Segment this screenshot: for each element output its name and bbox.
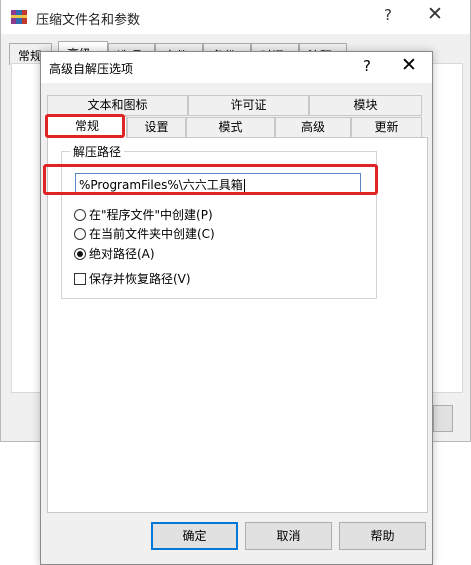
dialog-close-button[interactable]: ✕ xyxy=(401,54,417,76)
parent-button-edge[interactable] xyxy=(433,405,453,432)
highlight-general-tab xyxy=(45,114,125,138)
tab-advanced[interactable]: 高级 xyxy=(275,117,351,138)
dialog-help-button[interactable]: ? xyxy=(363,57,371,75)
option-label-current-folder: 在当前文件夹中创建(C) xyxy=(89,227,215,241)
tab-license[interactable]: 许可证 xyxy=(188,95,309,116)
radio-current-folder[interactable] xyxy=(74,228,86,240)
option-label-program-files: 在"程序文件"中创建(P) xyxy=(89,208,213,222)
option-create-in-program-files[interactable]: 在"程序文件"中创建(P) xyxy=(74,206,213,223)
option-label-save-restore: 保存并恢复路径(V) xyxy=(89,272,191,286)
option-create-in-current-folder[interactable]: 在当前文件夹中创建(C) xyxy=(74,225,215,242)
checkbox-save-restore-path[interactable] xyxy=(74,273,86,285)
dialog-title-bar: 高级自解压选项 ? ✕ xyxy=(41,52,432,83)
help-button[interactable]: 帮助 xyxy=(339,522,426,550)
extract-path-label: 解压路径 xyxy=(70,143,125,160)
tab-update[interactable]: 更新 xyxy=(351,117,422,138)
parent-close-button[interactable]: ✕ xyxy=(427,3,443,25)
dialog-title: 高级自解压选项 xyxy=(49,62,134,76)
tab-setup[interactable]: 设置 xyxy=(127,117,186,138)
parent-window-title: 压缩文件名和参数 xyxy=(36,13,141,28)
tab-modes[interactable]: 模式 xyxy=(186,117,275,138)
parent-help-button[interactable]: ? xyxy=(384,6,392,24)
option-absolute-path[interactable]: 绝对路径(A) xyxy=(74,245,155,262)
option-label-absolute: 绝对路径(A) xyxy=(89,247,155,261)
option-save-restore-path[interactable]: 保存并恢复路径(V) xyxy=(74,270,191,287)
radio-absolute-path[interactable] xyxy=(74,248,86,260)
tab-text-and-icon[interactable]: 文本和图标 xyxy=(47,95,188,116)
radio-program-files[interactable] xyxy=(74,209,86,221)
cancel-button[interactable]: 取消 xyxy=(245,522,332,550)
parent-title-bar: 压缩文件名和参数 ? ✕ xyxy=(1,0,470,34)
winrar-app-icon xyxy=(11,10,27,24)
highlight-path-field xyxy=(43,164,378,195)
ok-button[interactable]: 确定 xyxy=(151,522,238,550)
tab-module[interactable]: 模块 xyxy=(309,95,422,116)
